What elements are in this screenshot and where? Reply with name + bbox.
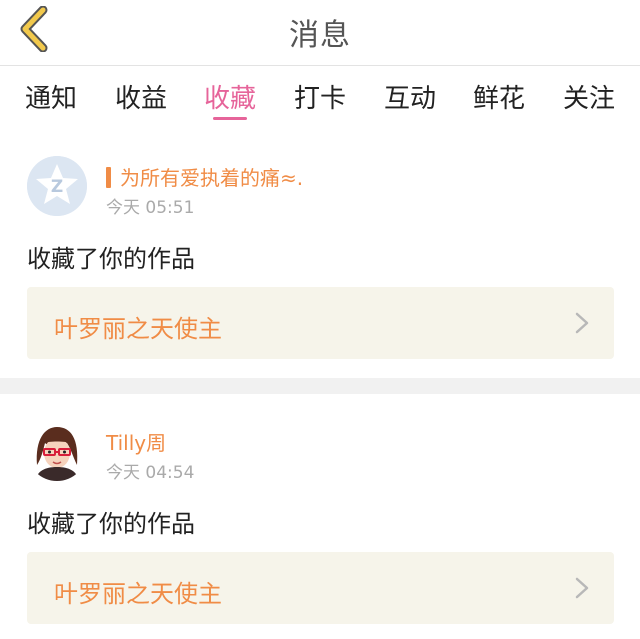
avatar[interactable]: Z [27,156,87,216]
tab-earnings[interactable]: 收益 [109,78,173,115]
tab-notifications[interactable]: 通知 [19,78,83,115]
section-divider [0,378,640,394]
avatar[interactable] [27,421,87,481]
username[interactable]: Tilly周 [106,427,166,456]
chevron-right-icon [575,312,589,334]
tab-checkin[interactable]: 打卡 [288,78,352,115]
svg-text:Z: Z [51,177,63,197]
chevron-right-icon [575,577,589,599]
default-avatar-icon: Z [27,156,87,216]
girl-avatar-icon [27,421,87,481]
timestamp: 今天 05:51 [106,198,195,218]
notification-item: Z 为所有爱执着的痛≈. 今天 05:51 收藏了你的作品 叶罗丽之天使主 [0,128,640,378]
action-text: 收藏了你的作品 [27,245,195,273]
action-text: 收藏了你的作品 [27,510,195,538]
active-tab-indicator [213,117,247,120]
notification-item: Tilly周 今天 04:54 收藏了你的作品 叶罗丽之天使主 [0,394,640,639]
tab-interaction[interactable]: 互动 [378,78,442,115]
flag-icon [106,167,111,188]
work-link[interactable]: 叶罗丽之天使主 [27,287,614,359]
work-title: 叶罗丽之天使主 [54,315,222,343]
work-title: 叶罗丽之天使主 [54,580,222,608]
tab-favorites[interactable]: 收藏 [198,78,262,115]
page-title: 消息 [289,18,351,53]
top-bar: 消息 [0,0,640,66]
username[interactable]: 为所有爱执着的痛≈. [106,162,303,191]
work-link[interactable]: 叶罗丽之天使主 [27,552,614,624]
tab-bar: 通知 收益 收藏 打卡 互动 鲜花 关注 [0,66,640,128]
tab-flowers[interactable]: 鲜花 [467,78,531,115]
tab-follow[interactable]: 关注 [557,78,621,115]
timestamp: 今天 04:54 [106,463,195,483]
